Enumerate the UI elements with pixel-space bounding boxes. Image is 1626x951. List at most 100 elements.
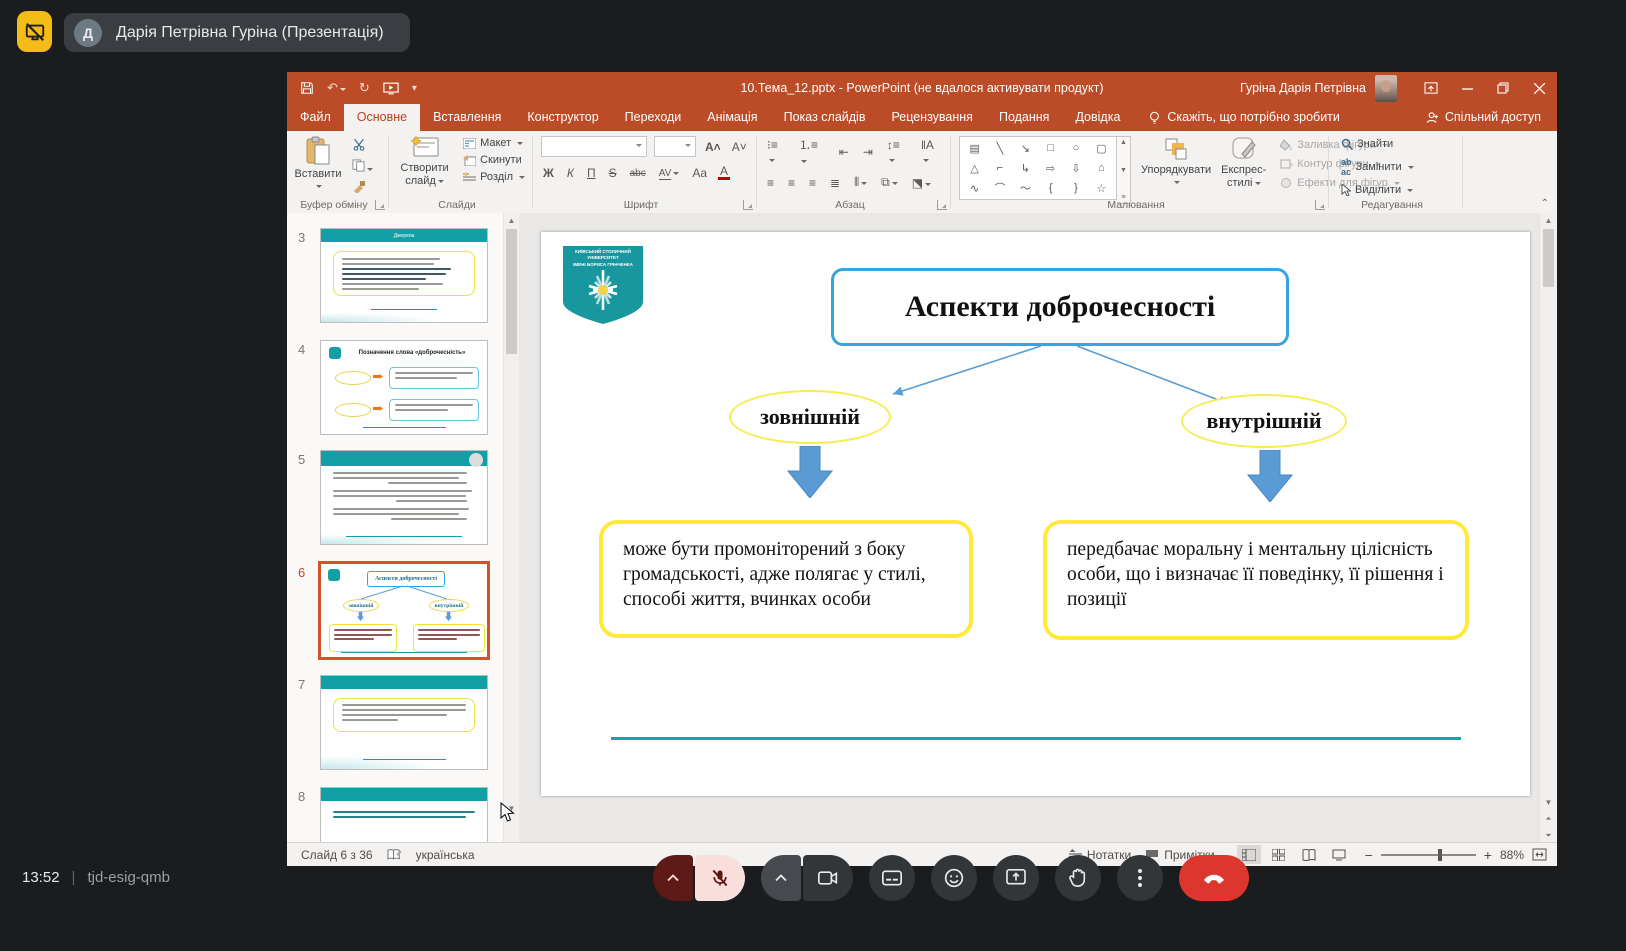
- restore-button[interactable]: [1485, 72, 1521, 104]
- paragraph-dialog-launcher[interactable]: [937, 200, 947, 210]
- align-text-button[interactable]: ⧉: [879, 175, 900, 190]
- ribbon-display-options-button[interactable]: [1413, 72, 1449, 104]
- tab-animations[interactable]: Анімація: [694, 104, 770, 131]
- slideshow-view-button[interactable]: [1327, 845, 1351, 864]
- italic-button[interactable]: К: [565, 166, 576, 180]
- tab-insert[interactable]: Вставлення: [420, 104, 514, 131]
- scrollbar-thumb[interactable]: [506, 229, 517, 354]
- tab-transitions[interactable]: Переходи: [612, 104, 695, 131]
- align-left-button[interactable]: ≡: [765, 176, 776, 190]
- slide-canvas[interactable]: КИЇВСЬКИЙ СТОЛИЧНИЙ УНІВЕРСИТЕТ ІМЕНІ БО…: [541, 232, 1530, 796]
- font-color-button[interactable]: А: [718, 166, 730, 180]
- captions-button[interactable]: [869, 855, 915, 901]
- drawing-dialog-launcher[interactable]: [1315, 200, 1325, 210]
- align-center-button[interactable]: ≡: [786, 176, 797, 190]
- underline-button[interactable]: П: [585, 166, 598, 180]
- thumbnail-slide-4[interactable]: Позначення слова «доброчесність»: [320, 340, 488, 435]
- mic-mute-button[interactable]: [695, 855, 745, 901]
- start-slideshow-icon[interactable]: [383, 82, 399, 95]
- tab-review[interactable]: Рецензування: [878, 104, 985, 131]
- new-slide-button[interactable]: Створити слайд: [397, 136, 452, 187]
- slide-divider-line[interactable]: [611, 737, 1461, 740]
- presenter-pill[interactable]: Д Дарія Петрівна Гуріна (Презентація): [64, 13, 410, 52]
- tell-me-box[interactable]: Скажіть, що потрібно зробити: [1149, 104, 1340, 131]
- cut-icon[interactable]: [352, 138, 373, 154]
- close-button[interactable]: [1521, 72, 1557, 104]
- screenshare-tile[interactable]: [17, 11, 52, 52]
- editor-scroll-down[interactable]: ▼: [1540, 795, 1557, 809]
- increase-indent-button[interactable]: ⇥: [861, 145, 875, 159]
- tab-help[interactable]: Довідка: [1062, 104, 1133, 131]
- thumbnail-slide-8[interactable]: [320, 787, 488, 843]
- align-right-button[interactable]: ≡: [807, 176, 818, 190]
- font-dialog-launcher[interactable]: [743, 200, 753, 210]
- share-button[interactable]: Спільний доступ: [1426, 104, 1541, 131]
- previous-slide-button[interactable]: ⏶: [1540, 812, 1557, 826]
- grow-font-button[interactable]: А˄: [703, 140, 723, 154]
- tab-slideshow[interactable]: Показ слайдів: [771, 104, 879, 131]
- zoom-slider-thumb[interactable]: [1438, 849, 1442, 861]
- tab-view[interactable]: Подання: [986, 104, 1062, 131]
- end-call-button[interactable]: [1179, 855, 1249, 901]
- more-options-button[interactable]: [1117, 855, 1163, 901]
- quick-styles-button[interactable]: Експрес-стилі: [1221, 136, 1266, 189]
- find-button[interactable]: Знайти: [1341, 138, 1414, 150]
- customize-qat-icon[interactable]: ▾: [412, 83, 417, 94]
- smartart-convert-button[interactable]: ⬔: [910, 176, 933, 190]
- right-branch-ellipse[interactable]: внутрішній: [1181, 394, 1347, 448]
- numbering-button[interactable]: ⒈≡: [797, 136, 827, 167]
- thumbnail-slide-3[interactable]: Джерела: [320, 228, 488, 323]
- collapse-ribbon-icon[interactable]: ⌃: [1541, 198, 1549, 209]
- copy-icon[interactable]: [352, 159, 373, 175]
- slide-sorter-view-button[interactable]: [1267, 845, 1291, 864]
- raise-hand-button[interactable]: [1055, 855, 1101, 901]
- text-direction-button[interactable]: ‖A: [919, 138, 943, 166]
- bold-button[interactable]: Ж: [541, 166, 556, 180]
- right-definition-box[interactable]: передбачає моральну і ментальну цілісніс…: [1043, 520, 1469, 640]
- undo-icon[interactable]: ↶: [327, 80, 346, 96]
- text-shadow-button[interactable]: abc: [628, 168, 648, 179]
- spellcheck-icon[interactable]: [387, 848, 402, 862]
- arrange-button[interactable]: Упорядкувати: [1141, 136, 1211, 188]
- camera-button[interactable]: [803, 855, 853, 901]
- tab-home[interactable]: Основне: [344, 104, 420, 131]
- reset-button[interactable]: Скинути: [463, 154, 525, 166]
- reading-view-button[interactable]: [1297, 845, 1321, 864]
- editor-scrollbar[interactable]: ▲ ▼ ⏶ ⏷: [1539, 213, 1557, 843]
- zoom-slider[interactable]: [1381, 854, 1476, 856]
- format-painter-icon[interactable]: [352, 180, 373, 196]
- slide-title-box[interactable]: Аспекти доброчесності: [831, 268, 1289, 346]
- redo-icon[interactable]: ↻: [359, 80, 370, 96]
- account-name[interactable]: Гуріна Дарія Петрівна: [1240, 81, 1366, 95]
- tab-design[interactable]: Конструктор: [514, 104, 611, 131]
- decrease-indent-button[interactable]: ⇤: [837, 145, 851, 159]
- slide-counter[interactable]: Слайд 6 з 36: [301, 848, 373, 862]
- mic-options-button[interactable]: [653, 855, 693, 901]
- zoom-in-button[interactable]: +: [1484, 847, 1492, 863]
- select-button[interactable]: Виділити: [1341, 184, 1414, 196]
- character-spacing-button[interactable]: AV: [657, 168, 682, 179]
- scroll-up-button[interactable]: ▲: [504, 213, 519, 227]
- present-button[interactable]: [993, 855, 1039, 901]
- fit-to-window-icon[interactable]: [1532, 848, 1547, 861]
- minimize-button[interactable]: [1449, 72, 1485, 104]
- change-case-button[interactable]: Aa: [690, 166, 709, 180]
- paste-button[interactable]: Вставити: [295, 136, 341, 192]
- left-definition-box[interactable]: може бути промоніторений з боку громадсь…: [599, 520, 973, 638]
- columns-button[interactable]: ⫴: [852, 175, 869, 190]
- shrink-font-button[interactable]: А˅: [730, 140, 749, 154]
- account-photo[interactable]: [1375, 75, 1397, 102]
- thumbnail-slide-5[interactable]: [320, 450, 488, 545]
- strikethrough-button[interactable]: S: [607, 166, 619, 180]
- camera-options-button[interactable]: [761, 855, 801, 901]
- down-block-arrow-left[interactable]: [787, 446, 833, 498]
- language-indicator[interactable]: українська: [416, 848, 475, 862]
- shapes-gallery-scroll[interactable]: ▲▼≡: [1117, 136, 1131, 204]
- shapes-gallery[interactable]: ▤╲↘□○▢ △⌐↳⇨⇩⌂ ∿⌒〜{}☆ ▲▼≡: [959, 136, 1131, 204]
- layout-button[interactable]: Макет: [463, 137, 525, 149]
- line-spacing-button[interactable]: ↕≡: [885, 138, 909, 166]
- down-block-arrow-right[interactable]: [1247, 450, 1293, 502]
- thumbnail-scrollbar[interactable]: ▲ ▼: [503, 213, 519, 843]
- font-name-combo[interactable]: [541, 136, 647, 157]
- editor-scroll-up[interactable]: ▲: [1540, 213, 1557, 227]
